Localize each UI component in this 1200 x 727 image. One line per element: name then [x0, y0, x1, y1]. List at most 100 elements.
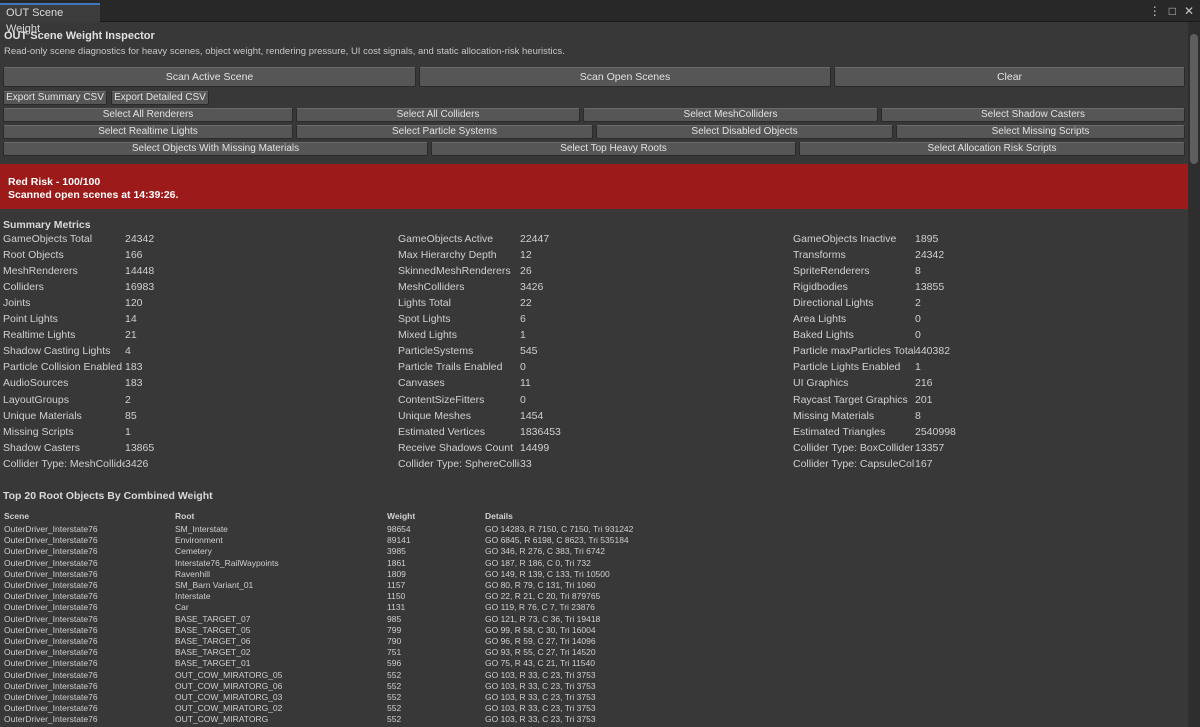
select-missing-scripts-button[interactable]: Select Missing Scripts: [896, 125, 1185, 139]
cell-root: OUT_COW_MIRATORG_06: [175, 680, 283, 691]
col-header-details: Details: [485, 511, 513, 521]
table-row[interactable]: OuterDriver_Interstate76 Ravenhill 1809 GO …: [0, 569, 1188, 580]
export-detailed-csv-button[interactable]: Export Detailed CSV: [111, 91, 209, 105]
metric-value: 8: [915, 265, 921, 278]
metric-row: Transforms 24342: [793, 249, 1093, 263]
metric-row: Estimated Triangles 2540998: [793, 426, 1093, 440]
cell-details: GO 103, R 33, C 23, Tri 3753: [485, 680, 596, 691]
cell-scene: OuterDriver_Interstate76: [4, 580, 98, 590]
metric-value: 8: [915, 409, 921, 422]
cell-details: GO 80, R 79, C 131, Tri 1060: [485, 580, 596, 590]
metric-row: Particle Trails Enabled 0: [398, 361, 698, 375]
metric-label: Missing Materials: [793, 409, 875, 422]
select-shadow-casters-button[interactable]: Select Shadow Casters: [881, 108, 1185, 122]
metric-label: Unique Meshes: [398, 409, 471, 422]
cell-weight: 552: [387, 680, 402, 691]
table-row[interactable]: OuterDriver_Interstate76 Car 1131 GO 119, R…: [0, 602, 1188, 613]
table-row[interactable]: OuterDriver_Interstate76 Cemetery 3985 GO 3…: [0, 546, 1188, 557]
cell-weight: 751: [387, 647, 402, 658]
metric-row: Raycast Target Graphics 201: [793, 394, 1093, 408]
metric-value: 1454: [520, 409, 544, 422]
metric-row: MeshColliders 3426: [398, 281, 698, 295]
table-row[interactable]: OuterDriver_Interstate76 SM_Barn Variant_…: [0, 580, 1188, 591]
cell-weight: 89141: [387, 535, 411, 546]
metric-value: 545: [520, 345, 538, 358]
cell-weight: 552: [387, 669, 402, 680]
select-all-colliders-button[interactable]: Select All Colliders: [296, 108, 580, 122]
table-row[interactable]: OuterDriver_Interstate76 BASE_TARGET_05 79…: [0, 625, 1188, 636]
cell-weight: 1157: [387, 580, 406, 590]
clear-button[interactable]: Clear: [834, 67, 1185, 87]
export-summary-csv-button[interactable]: Export Summary CSV: [3, 91, 107, 105]
maximize-icon[interactable]: □: [1169, 4, 1176, 18]
metric-value: 0: [520, 361, 526, 374]
metric-label: Particle Collision Enabled: [3, 361, 123, 374]
metric-row: Realtime Lights 21: [3, 329, 303, 343]
scan-open-scenes-button[interactable]: Scan Open Scenes: [419, 67, 831, 87]
table-row[interactable]: OuterDriver_Interstate76 OUT_COW_MIRATORG…: [0, 681, 1188, 692]
metric-label: Particle maxParticles Total: [793, 345, 915, 358]
kebab-menu-icon[interactable]: ⋮: [1149, 4, 1161, 18]
metric-value: 1: [520, 329, 526, 342]
metric-value: 6: [520, 313, 526, 326]
metric-row: Canvases 11: [398, 377, 698, 391]
table-row[interactable]: OuterDriver_Interstate76 OUT_COW_MIRATORG…: [0, 692, 1188, 703]
metric-label: Spot Lights: [398, 313, 451, 326]
metric-label: Collider Type: MeshCollider: [3, 457, 125, 470]
close-icon[interactable]: ✕: [1184, 4, 1194, 18]
select-disabled-objects-button[interactable]: Select Disabled Objects: [596, 125, 893, 139]
cell-details: GO 99, R 58, C 30, Tri 16004: [485, 624, 596, 635]
table-row[interactable]: OuterDriver_Interstate76 OUT_COW_MIRATORG…: [0, 670, 1188, 681]
cell-scene: OuterDriver_Interstate76: [4, 568, 98, 579]
cell-root: BASE_TARGET_01: [175, 658, 251, 669]
metric-value: 1836453: [520, 425, 561, 438]
table-row[interactable]: OuterDriver_Interstate76 BASE_TARGET_06 79…: [0, 636, 1188, 647]
metric-value: 201: [915, 393, 933, 406]
scan-active-scene-button[interactable]: Scan Active Scene: [3, 67, 416, 87]
table-row[interactable]: OuterDriver_Interstate76 OUT_COW_MIRATORG…: [0, 714, 1188, 725]
table-row[interactable]: OuterDriver_Interstate76 BASE_TARGET_07 98…: [0, 614, 1188, 625]
metric-label: Area Lights: [793, 313, 847, 326]
col-header-weight: Weight: [387, 511, 416, 521]
table-row[interactable]: OuterDriver_Interstate76 BASE_TARGET_02 75…: [0, 647, 1188, 658]
select-particle-systems-button[interactable]: Select Particle Systems: [296, 125, 593, 139]
table-row[interactable]: OuterDriver_Interstate76 SM_Interstate 986…: [0, 524, 1188, 535]
cell-details: GO 22, R 21, C 20, Tri 879765: [485, 591, 601, 602]
metric-row: LayoutGroups 2: [3, 394, 303, 408]
cell-weight: 98654: [387, 524, 411, 534]
metric-row: Colliders 16983: [3, 281, 303, 295]
select-meshcolliders-button[interactable]: Select MeshColliders: [583, 108, 878, 122]
cell-scene: OuterDriver_Interstate76: [4, 602, 98, 613]
cell-details: GO 187, R 186, C 0, Tri 732: [485, 557, 591, 568]
metric-value: 24342: [125, 233, 155, 245]
metric-value: 120: [125, 297, 143, 310]
cell-details: GO 6845, R 6198, C 8623, Tri 535184: [485, 535, 629, 546]
metric-value: 13855: [915, 281, 945, 294]
select-realtime-lights-button[interactable]: Select Realtime Lights: [3, 125, 293, 139]
metric-row: Particle Collision Enabled 183: [3, 361, 303, 375]
metric-label: Estimated Triangles: [793, 425, 886, 438]
cell-weight: 552: [387, 703, 402, 714]
select-missing-materials-button[interactable]: Select Objects With Missing Materials: [3, 142, 428, 156]
cell-root: OUT_COW_MIRATORG: [175, 714, 269, 725]
select-allocation-risk-scripts-button[interactable]: Select Allocation Risk Scripts: [799, 142, 1185, 156]
metric-label: Particle Trails Enabled: [398, 361, 503, 374]
metric-label: SkinnedMeshRenderers: [398, 265, 511, 278]
select-all-renderers-button[interactable]: Select All Renderers: [3, 108, 293, 122]
table-row[interactable]: OuterDriver_Interstate76 Interstate 1150 GO…: [0, 591, 1188, 602]
scrollbar-thumb[interactable]: [1190, 34, 1198, 164]
cell-weight: 1150: [387, 591, 406, 602]
metric-row: GameObjects Total 24342: [3, 233, 303, 247]
metric-row: Shadow Casters 13865: [3, 442, 303, 456]
tab-out-scene-weight[interactable]: OUT Scene Weight: [0, 3, 100, 35]
table-row[interactable]: OuterDriver_Interstate76 Interstate76_Rai…: [0, 558, 1188, 569]
window-menu: ⋮ □ ✕: [1149, 4, 1194, 18]
metric-label: Unique Materials: [3, 409, 82, 422]
metric-label: Lights Total: [398, 297, 451, 310]
table-row[interactable]: OuterDriver_Interstate76 OUT_COW_MIRATORG…: [0, 703, 1188, 714]
metric-value: 3426: [520, 281, 544, 294]
select-top-heavy-roots-button[interactable]: Select Top Heavy Roots: [431, 142, 796, 156]
table-row[interactable]: OuterDriver_Interstate76 BASE_TARGET_01 59…: [0, 658, 1188, 669]
vertical-scrollbar[interactable]: [1188, 22, 1200, 727]
table-row[interactable]: OuterDriver_Interstate76 Environment 89141…: [0, 535, 1188, 546]
